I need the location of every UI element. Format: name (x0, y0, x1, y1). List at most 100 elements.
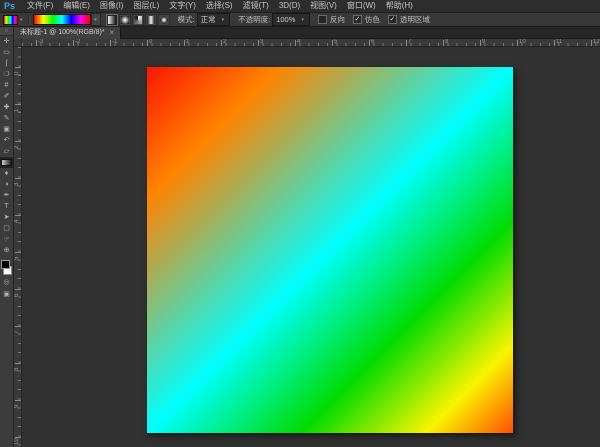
menu-item-file[interactable]: 文件(F) (22, 0, 58, 12)
mode-dropdown[interactable]: 正常 ▾ (197, 13, 231, 26)
menu-item-select[interactable]: 选择(S) (201, 0, 238, 12)
gradient-picker-button[interactable]: ▾ (91, 13, 101, 26)
vruler-number: 6 (14, 294, 20, 297)
checkbox-dither[interactable]: ✓仿色 (353, 14, 380, 25)
zoom-tool[interactable]: ⊕ (0, 245, 13, 256)
eyedropper-tool[interactable]: ✐ (0, 91, 13, 102)
screen-mode-button[interactable]: ▣ (0, 289, 13, 299)
menu-item-3d[interactable]: 3D(D) (274, 0, 305, 12)
hand-icon: ☞ (3, 234, 9, 245)
healing-brush-tool[interactable]: ✚ (0, 102, 13, 113)
gradient-type-diamond-button[interactable] (158, 14, 170, 26)
menu-item-type[interactable]: 文字(Y) (164, 0, 201, 12)
menu-item-help[interactable]: 帮助(H) (381, 0, 418, 12)
eraser-icon: ▱ (4, 146, 9, 157)
clone-stamp-icon: ▣ (3, 124, 10, 135)
eraser-tool[interactable]: ▱ (0, 146, 13, 157)
menu-item-layer[interactable]: 图层(L) (128, 0, 164, 12)
gradient-tool-icon (1, 159, 12, 166)
mode-label: 模式: (178, 14, 195, 25)
opacity-dropdown[interactable]: 100% ▾ (272, 13, 310, 26)
checkbox-transparency[interactable]: ✓透明区域 (388, 14, 430, 25)
blur-icon: ♦ (5, 168, 9, 179)
history-brush-tool[interactable]: ↶ (0, 135, 13, 146)
checkbox-dither-box[interactable]: ✓ (353, 15, 362, 24)
vruler-number: 1 (14, 109, 20, 112)
menu-item-filter[interactable]: 滤镜(T) (238, 0, 274, 12)
opacity-label: 不透明度: (238, 14, 270, 25)
gradient-preview[interactable] (33, 14, 91, 25)
quick-selection-tool[interactable]: ❍ (0, 69, 13, 80)
hruler-number: 8 (445, 39, 448, 45)
move-tool[interactable]: ✛ (0, 36, 13, 47)
type-tool[interactable]: T (0, 201, 13, 212)
opacity-value: 100% (276, 15, 295, 25)
gradient-type-reflected-button[interactable] (145, 14, 157, 26)
gradient-type-buttons (105, 14, 170, 26)
eyedropper-icon: ✐ (4, 91, 10, 102)
pen-tool[interactable]: ✒ (0, 190, 13, 201)
tool-preset-picker[interactable] (3, 15, 18, 25)
shape-icon: ▢ (3, 223, 10, 234)
vruler-number: 2 (14, 146, 20, 149)
document-tab[interactable]: 未标题-1 @ 100%(RGB/8)* × (14, 27, 121, 39)
dodge-tool[interactable]: ◑ (0, 179, 13, 190)
brush-tool[interactable]: ✎ (0, 113, 13, 124)
menu-item-window[interactable]: 窗口(W) (342, 0, 381, 12)
foreground-color-swatch[interactable] (1, 260, 10, 269)
brush-icon: ✎ (4, 113, 10, 124)
menu-item-image[interactable]: 图像(I) (95, 0, 129, 12)
hruler-number: -3 (38, 39, 43, 45)
menu-item-edit[interactable]: 编辑(E) (58, 0, 95, 12)
pen-icon: ✒ (4, 190, 10, 201)
hruler-number: 10 (519, 39, 526, 45)
checkbox-reverse-box[interactable] (318, 15, 327, 24)
menu-item-view[interactable]: 视图(V) (305, 0, 342, 12)
horizontal-ruler[interactable]: -3-2-10123456789101112 (22, 39, 600, 47)
hruler-number: 12 (593, 39, 600, 45)
lasso-icon: ʃ (6, 58, 8, 69)
crop-tool[interactable]: # (0, 80, 13, 91)
vruler-number: 5 (14, 257, 20, 260)
vruler-number: 7 (14, 331, 20, 334)
photoshop-logo: Ps (4, 1, 15, 11)
clone-stamp-tool[interactable]: ▣ (0, 124, 13, 135)
menu-bar: Ps 文件(F)编辑(E)图像(I)图层(L)文字(Y)选择(S)滤镜(T)3D… (0, 0, 600, 13)
vruler-number: 0 (14, 72, 20, 75)
blur-tool[interactable]: ♦ (0, 168, 13, 179)
photoshop-window: Ps 文件(F)编辑(E)图像(I)图层(L)文字(Y)选择(S)滤镜(T)3D… (0, 0, 600, 447)
path-selection-tool[interactable]: ➤ (0, 212, 13, 223)
menu-items: 文件(F)编辑(E)图像(I)图层(L)文字(Y)选择(S)滤镜(T)3D(D)… (22, 0, 418, 12)
vruler-number: 3 (14, 183, 20, 186)
option-checkboxes: 反向 ✓仿色 ✓透明区域 (310, 14, 430, 25)
close-icon[interactable]: × (110, 28, 115, 38)
reflected-gradient-icon (147, 16, 155, 24)
hruler-number: 11 (556, 39, 562, 45)
dodge-icon: ◑ (4, 179, 8, 190)
gradient-type-angle-button[interactable] (132, 14, 144, 26)
quick-mask-button[interactable]: ◎ (0, 277, 13, 287)
hruler-number: 6 (371, 39, 374, 45)
tool-options-bar: ▾ ▾ 模式: 正常 ▾ 不透明度: 100% ▾ 反向 ✓仿色 ✓透明区域 (0, 13, 600, 27)
history-brush-icon: ↶ (4, 135, 10, 146)
vertical-ruler[interactable]: 012345678910 (14, 47, 22, 447)
move-icon: ✛ (4, 36, 10, 47)
tools-panel: ›› ✛▭ʃ❍#✐✚✎▣↶▱♦◑✒T➤▢☞⊕ ◎ ▣ (0, 27, 14, 447)
angle-gradient-icon (134, 16, 142, 24)
gradient-tool[interactable] (0, 157, 13, 168)
gradient-type-linear-button[interactable] (106, 14, 118, 26)
checkbox-transparency-box[interactable]: ✓ (388, 15, 397, 24)
hruler-number: -1 (112, 39, 117, 45)
hruler-number: 0 (149, 39, 152, 45)
tools-panel-collapse[interactable]: ›› (0, 27, 13, 36)
gradient-type-radial-button[interactable] (119, 14, 131, 26)
shape-tool[interactable]: ▢ (0, 223, 13, 234)
chevron-down-icon: ▾ (301, 15, 304, 25)
checkbox-reverse[interactable]: 反向 (318, 14, 345, 25)
document-canvas[interactable] (147, 67, 513, 433)
chevron-down-icon[interactable]: ▾ (20, 17, 23, 23)
marquee-tool[interactable]: ▭ (0, 47, 13, 58)
lasso-tool[interactable]: ʃ (0, 58, 13, 69)
hand-tool[interactable]: ☞ (0, 234, 13, 245)
hruler-number: 5 (334, 39, 337, 45)
